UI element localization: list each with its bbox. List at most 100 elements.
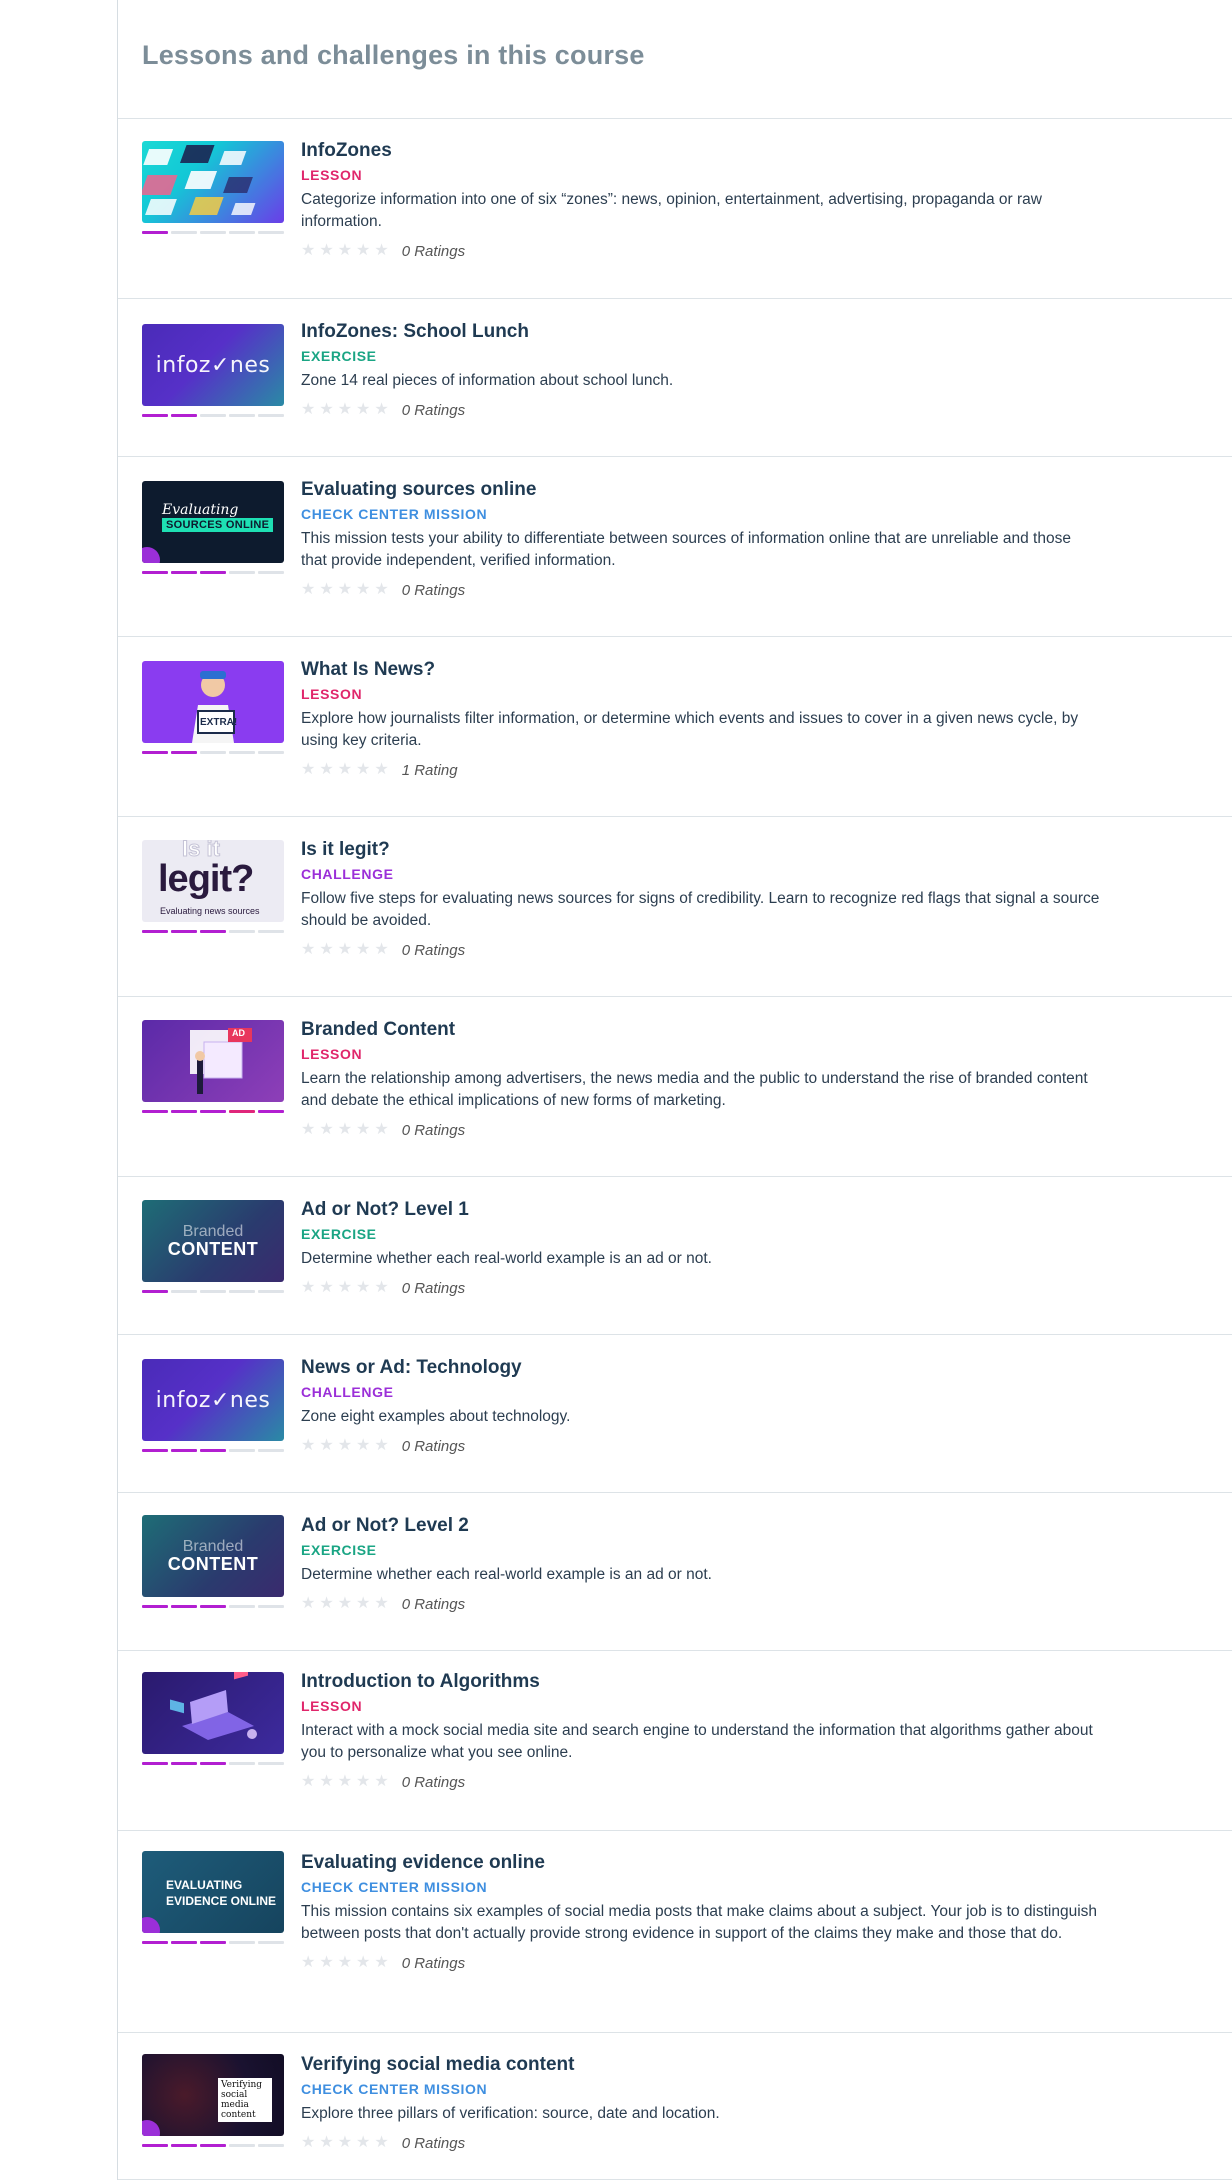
lesson-list-item[interactable]: EVALUATING EVIDENCE ONLINE Evaluating ev…: [118, 1831, 1232, 2033]
lesson-title[interactable]: Branded Content: [301, 1018, 1101, 1042]
star-icon[interactable]: ★: [319, 1438, 333, 1454]
star-rating[interactable]: ★ ★ ★ ★ ★: [301, 762, 389, 778]
star-icon[interactable]: ★: [356, 1122, 370, 1138]
star-icon[interactable]: ★: [356, 1280, 370, 1296]
star-icon[interactable]: ★: [374, 2135, 388, 2151]
star-icon[interactable]: ★: [374, 1122, 388, 1138]
star-icon[interactable]: ★: [301, 762, 315, 778]
lesson-list-item[interactable]: Introduction to Algorithms LESSON Intera…: [118, 1651, 1232, 1831]
star-icon[interactable]: ★: [338, 942, 352, 958]
lesson-list-item[interactable]: infoz✓nes News or Ad: Technology CHALLEN…: [118, 1335, 1232, 1493]
lesson-title[interactable]: Verifying social media content: [301, 2053, 1101, 2077]
star-icon[interactable]: ★: [338, 402, 352, 418]
star-icon[interactable]: ★: [319, 582, 333, 598]
star-icon[interactable]: ★: [374, 1774, 388, 1790]
thumbnail-evaluating-evidence[interactable]: EVALUATING EVIDENCE ONLINE: [142, 1851, 284, 1933]
star-icon[interactable]: ★: [319, 942, 333, 958]
thumbnail-evaluating-sources[interactable]: Evaluating SOURCES ONLINE: [142, 481, 284, 563]
lesson-list-item[interactable]: InfoZones LESSON Categorize information …: [118, 119, 1232, 299]
star-icon[interactable]: ★: [319, 1122, 333, 1138]
star-icon[interactable]: ★: [301, 582, 315, 598]
star-icon[interactable]: ★: [338, 1596, 352, 1612]
lesson-list-item[interactable]: Verifying social media content Verifying…: [118, 2033, 1232, 2180]
star-rating[interactable]: ★ ★ ★ ★ ★: [301, 243, 389, 259]
lesson-title[interactable]: InfoZones: School Lunch: [301, 320, 1101, 344]
star-icon[interactable]: ★: [301, 243, 315, 259]
star-rating[interactable]: ★ ★ ★ ★ ★: [301, 1122, 389, 1138]
star-icon[interactable]: ★: [356, 582, 370, 598]
star-icon[interactable]: ★: [356, 762, 370, 778]
star-icon[interactable]: ★: [319, 1596, 333, 1612]
star-icon[interactable]: ★: [374, 1280, 388, 1296]
star-icon[interactable]: ★: [374, 942, 388, 958]
star-icon[interactable]: ★: [338, 1122, 352, 1138]
thumbnail-branded-content[interactable]: AD: [142, 1020, 284, 1102]
star-icon[interactable]: ★: [374, 402, 388, 418]
lesson-title[interactable]: Ad or Not? Level 1: [301, 1198, 1101, 1222]
lesson-list-item[interactable]: EXTRA! What Is News? LESSON Explore how …: [118, 637, 1232, 817]
thumbnail-algorithms[interactable]: [142, 1672, 284, 1754]
star-icon[interactable]: ★: [301, 1596, 315, 1612]
star-icon[interactable]: ★: [301, 1774, 315, 1790]
star-icon[interactable]: ★: [319, 1280, 333, 1296]
lesson-title[interactable]: Evaluating sources online: [301, 478, 1101, 502]
star-icon[interactable]: ★: [301, 1955, 315, 1971]
star-icon[interactable]: ★: [338, 582, 352, 598]
star-icon[interactable]: ★: [374, 762, 388, 778]
star-icon[interactable]: ★: [356, 1774, 370, 1790]
star-icon[interactable]: ★: [374, 1438, 388, 1454]
lesson-list-item[interactable]: infoz✓nes InfoZones: School Lunch EXERCI…: [118, 299, 1232, 457]
star-icon[interactable]: ★: [356, 942, 370, 958]
star-rating[interactable]: ★ ★ ★ ★ ★: [301, 1438, 389, 1454]
star-icon[interactable]: ★: [374, 1596, 388, 1612]
star-icon[interactable]: ★: [356, 1955, 370, 1971]
star-icon[interactable]: ★: [319, 402, 333, 418]
star-rating[interactable]: ★ ★ ★ ★ ★: [301, 2135, 389, 2151]
lesson-list-item[interactable]: Evaluating SOURCES ONLINE Evaluating sou…: [118, 457, 1232, 637]
thumbnail-verifying-social[interactable]: Verifying social media content: [142, 2054, 284, 2136]
star-icon[interactable]: ★: [301, 2135, 315, 2151]
lesson-title[interactable]: Ad or Not? Level 2: [301, 1514, 1101, 1538]
star-rating[interactable]: ★ ★ ★ ★ ★: [301, 582, 389, 598]
star-icon[interactable]: ★: [301, 942, 315, 958]
lesson-title[interactable]: Introduction to Algorithms: [301, 1670, 1101, 1694]
thumbnail-devices[interactable]: [142, 141, 284, 223]
star-icon[interactable]: ★: [356, 1596, 370, 1612]
star-rating[interactable]: ★ ★ ★ ★ ★: [301, 1280, 389, 1296]
star-icon[interactable]: ★: [319, 243, 333, 259]
star-icon[interactable]: ★: [356, 402, 370, 418]
star-icon[interactable]: ★: [356, 2135, 370, 2151]
star-icon[interactable]: ★: [301, 1122, 315, 1138]
lesson-title[interactable]: InfoZones: [301, 139, 1101, 163]
lesson-list-item[interactable]: Branded CONTENT Ad or Not? Level 2 EXERC…: [118, 1493, 1232, 1651]
star-rating[interactable]: ★ ★ ★ ★ ★: [301, 402, 389, 418]
star-icon[interactable]: ★: [338, 1280, 352, 1296]
star-icon[interactable]: ★: [338, 1774, 352, 1790]
star-icon[interactable]: ★: [356, 1438, 370, 1454]
thumbnail-branded-content[interactable]: Branded CONTENT: [142, 1515, 284, 1597]
thumbnail-branded-content[interactable]: Branded CONTENT: [142, 1200, 284, 1282]
star-icon[interactable]: ★: [338, 762, 352, 778]
lesson-list-item[interactable]: Is it legit? Evaluating news sources Is …: [118, 817, 1232, 997]
star-rating[interactable]: ★ ★ ★ ★ ★: [301, 1774, 389, 1790]
lesson-title[interactable]: Evaluating evidence online: [301, 1851, 1101, 1875]
star-icon[interactable]: ★: [338, 1438, 352, 1454]
star-icon[interactable]: ★: [374, 1955, 388, 1971]
star-icon[interactable]: ★: [319, 1955, 333, 1971]
star-rating[interactable]: ★ ★ ★ ★ ★: [301, 942, 389, 958]
star-icon[interactable]: ★: [319, 1774, 333, 1790]
star-icon[interactable]: ★: [319, 2135, 333, 2151]
star-icon[interactable]: ★: [338, 2135, 352, 2151]
star-icon[interactable]: ★: [301, 1438, 315, 1454]
thumbnail-is-it-legit[interactable]: Is it legit? Evaluating news sources: [142, 840, 284, 922]
lesson-title[interactable]: What Is News?: [301, 658, 1101, 682]
thumbnail-what-is-news[interactable]: EXTRA!: [142, 661, 284, 743]
lesson-list-item[interactable]: Branded CONTENT Ad or Not? Level 1 EXERC…: [118, 1177, 1232, 1335]
star-icon[interactable]: ★: [301, 1280, 315, 1296]
star-rating[interactable]: ★ ★ ★ ★ ★: [301, 1596, 389, 1612]
star-icon[interactable]: ★: [338, 1955, 352, 1971]
star-icon[interactable]: ★: [301, 402, 315, 418]
thumbnail-infozones[interactable]: infoz✓nes: [142, 324, 284, 406]
star-icon[interactable]: ★: [374, 582, 388, 598]
star-icon[interactable]: ★: [356, 243, 370, 259]
